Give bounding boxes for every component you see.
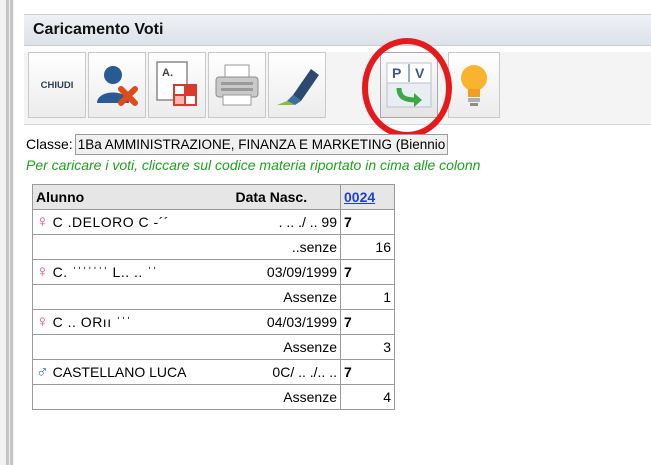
table-header-row: Alunno Data Nasc. 0024 (32, 184, 395, 210)
absence-label: Assenze (232, 384, 341, 410)
splitter-line (10, 0, 13, 465)
grade-cell[interactable]: 7 (340, 259, 395, 285)
spacer-cell (32, 334, 233, 360)
absence-label: Assenze (232, 334, 341, 360)
lightbulb-icon (461, 65, 487, 106)
birth-date: 04/03/1999 (232, 309, 341, 335)
class-field[interactable]: 1Ba AMMINISTRAZIONE, FINANZA E MARKETING… (74, 133, 449, 155)
birth-date: 03/09/1999 (232, 259, 341, 285)
remove-student-button[interactable] (88, 52, 146, 118)
toolbar: CHIUDI A. P V (24, 52, 651, 125)
male-icon: ♂ (36, 362, 49, 381)
female-icon: ♀ (36, 312, 49, 331)
student-name: C .DELORO C ‐´´ (52, 214, 170, 230)
female-icon: ♀ (36, 262, 49, 281)
student-name-cell: ♂ CASTELLANO LUCA (32, 359, 233, 385)
panel-title-bar: Caricamento Voti (24, 14, 651, 46)
student-name: C .. ORıı ˈˈˈ (52, 314, 132, 330)
table-row: ♀ C .. ORıı ˈˈˈ 04/03/1999 7 (32, 309, 395, 335)
tips-button[interactable] (448, 52, 500, 118)
absence-row: ..senze 16 (32, 234, 395, 260)
class-row: Classe: 1Ba AMMINISTRAZIONE, FINANZA E M… (26, 133, 449, 155)
student-name: C. ˈˈˈˈˈˈˈ L.. .. ˈˈ (52, 264, 158, 280)
class-label: Classe: (26, 136, 73, 152)
grade-cell[interactable]: 7 (340, 359, 395, 385)
document-edit-icon: A. (156, 61, 197, 106)
student-name-cell: ♀ C .. ORıı ˈˈˈ (32, 309, 233, 335)
absence-label: Assenze (232, 284, 341, 310)
transfer-letter-v: V (415, 65, 425, 81)
table-row: ♀ C. ˈˈˈˈˈˈˈ L.. .. ˈˈ 03/09/1999 7 (32, 259, 395, 285)
user-remove-icon (97, 66, 138, 106)
grades-table: Alunno Data Nasc. 0024 ♀ C .DELORO C ‐´´… (32, 184, 395, 410)
absence-value[interactable]: 4 (340, 384, 395, 410)
birth-date: 0C/ .. ./.. .. (232, 359, 341, 385)
absence-row: Assenze 3 (32, 334, 395, 360)
spacer-cell (32, 284, 233, 310)
header-birth-date: Data Nasc. (232, 184, 341, 210)
absence-label: ..senze (232, 234, 341, 260)
close-button[interactable]: CHIUDI (28, 52, 86, 118)
spacer-cell (32, 384, 233, 410)
table-row: ♂ CASTELLANO LUCA 0C/ .. ./.. .. 7 (32, 359, 395, 385)
transfer-letter-p: P (392, 65, 401, 81)
highlight-button[interactable] (268, 52, 326, 118)
transfer-pv-button[interactable]: P V (380, 52, 438, 118)
student-name-cell: ♀ C. ˈˈˈˈˈˈˈ L.. .. ˈˈ (32, 259, 233, 285)
highlighter-icon (277, 69, 319, 105)
transfer-pv-icon: P V (386, 62, 432, 108)
subject-code-header[interactable]: 0024 (340, 184, 395, 210)
instruction-text: Per caricare i voti, cliccare sul codice… (26, 157, 481, 173)
student-name-cell: ♀ C .DELORO C ‐´´ (32, 209, 233, 235)
splitter-bar[interactable] (0, 0, 14, 465)
svg-text:A.: A. (162, 67, 173, 79)
grade-sheet-button[interactable]: A. (148, 52, 206, 118)
grade-cell[interactable]: 7 (340, 309, 395, 335)
subject-code-link[interactable]: 0024 (344, 189, 375, 205)
absence-value[interactable]: 3 (340, 334, 395, 360)
absence-value[interactable]: 16 (340, 234, 395, 260)
header-student: Alunno (32, 184, 233, 210)
absence-row: Assenze 4 (32, 384, 395, 410)
absence-row: Assenze 1 (32, 284, 395, 310)
voti-panel: Caricamento Voti CHIUDI A. P V Classe: 1… (24, 0, 651, 465)
print-button[interactable] (208, 52, 266, 118)
student-name: CASTELLANO LUCA (52, 364, 187, 380)
grade-cell[interactable]: 7 (340, 209, 395, 235)
table-row: ♀ C .DELORO C ‐´´ . .. ./ .. 99 7 (32, 209, 395, 235)
splitter-line (6, 0, 9, 465)
spacer-cell (32, 234, 233, 260)
birth-date: . .. ./ .. 99 (232, 209, 341, 235)
absence-value[interactable]: 1 (340, 284, 395, 310)
female-icon: ♀ (36, 212, 49, 231)
panel-title: Caricamento Voti (33, 21, 164, 38)
close-button-label: CHIUDI (40, 79, 74, 91)
printer-icon (215, 64, 259, 106)
